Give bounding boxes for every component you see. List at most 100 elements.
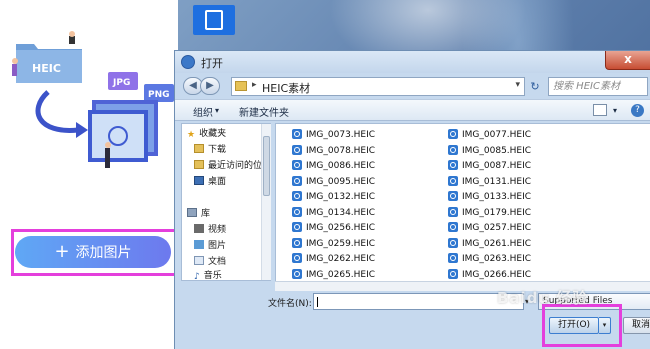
folder-heic-label: HEIC [32,62,61,75]
arrow-icon [35,90,79,133]
dialog-titlebar[interactable]: 打开 x [175,51,650,73]
heic-file-icon [292,253,302,263]
file-name: IMG_0262.HEIC [306,254,376,264]
file-item[interactable]: IMG_0179.HEIC [448,206,531,220]
file-item[interactable]: IMG_0073.HEIC [292,128,375,142]
svg-text:JPG: JPG [112,78,130,88]
file-name: IMG_0134.HEIC [306,207,376,218]
organize-menu[interactable]: 组织 [193,104,213,119]
heic-file-icon [448,237,458,248]
file-item[interactable]: IMG_0095.HEIC [292,175,375,189]
file-item[interactable]: IMG_0262.HEIC [292,252,375,266]
heic-file-icon [448,268,458,279]
file-item[interactable]: IMG_0263.HEIC [448,252,531,266]
file-item[interactable]: IMG_0261.HEIC [448,237,531,251]
file-item[interactable]: IMG_0257.HEIC [448,221,531,235]
music-icon: ♪ [194,272,200,282]
file-item[interactable]: IMG_0265.HEIC [292,268,375,282]
document-icon [194,256,204,265]
filename-label: 文件名(N): [268,299,312,309]
svg-text:PNG: PNG [148,90,170,100]
heic-file-icon [292,175,302,186]
nav-scrollbar[interactable] [261,124,271,280]
heic-file-icon [448,144,458,155]
cancel-button[interactable]: 取消 [623,317,650,334]
file-item[interactable]: IMG_0132.HEIC [292,190,375,204]
file-item[interactable]: IMG_0259.HEIC [292,237,375,251]
nav-favorites[interactable]: ★ 收藏夹 [187,127,226,141]
file-item[interactable]: IMG_0078.HEIC [292,144,375,158]
nav-scrollbar-thumb[interactable] [263,136,270,196]
heic-file-icon [292,206,302,217]
heic-file-icon [292,160,302,170]
file-item[interactable]: IMG_0131.HEIC [448,175,531,189]
library-icon [187,208,197,217]
nav-item-recent[interactable]: 最近访问的位置 [194,159,271,173]
file-name: IMG_0087.HEIC [462,161,532,171]
address-row: ◀ ▶ ▸ HEIC素材 ▾ ↻ 搜索 HEIC素材 [175,73,650,99]
file-name: IMG_0261.HEIC [462,238,532,249]
refresh-button[interactable]: ↻ [527,77,543,96]
nav-item-downloads[interactable]: 下载 [194,143,226,157]
breadcrumb-separator-icon: ▸ [252,80,257,90]
nav-item-pictures[interactable]: 图片 [194,239,226,253]
nav-item-desktop[interactable]: 桌面 [194,175,226,189]
open-dropdown-icon[interactable]: ▾ [599,317,611,334]
new-folder-button[interactable]: 新建文件夹 [239,104,289,119]
forward-button[interactable]: ▶ [200,77,220,95]
view-mode-icon[interactable] [593,104,607,116]
star-icon: ★ [187,130,196,140]
add-image-button[interactable]: + 添加图片 [15,236,171,268]
search-input[interactable]: 搜索 HEIC素材 [548,77,648,96]
image-monitor-icon [92,114,144,158]
heic-file-icon [448,191,458,201]
filename-input[interactable] [313,293,524,310]
help-icon[interactable]: ? [631,104,644,117]
heic-file-icon [448,222,458,232]
file-item[interactable]: IMG_0077.HEIC [448,128,531,142]
file-name: IMG_0132.HEIC [306,192,376,202]
file-list: IMG_0073.HEIC IMG_0078.HEIC IMG_0086.HEIC I… [275,123,650,281]
heic-file-icon [292,237,302,248]
heic-file-icon [292,144,302,155]
dialog-toolbar: 组织 ▾ 新建文件夹 ▾ ? [175,99,650,121]
file-name: IMG_0078.HEIC [306,145,376,156]
nav-library[interactable]: 库 [187,207,210,221]
heic-file-icon [448,175,458,186]
file-name: IMG_0095.HEIC [306,176,376,187]
download-folder-icon [194,144,204,153]
heic-file-icon [292,222,302,232]
file-name: IMG_0259.HEIC [306,238,376,249]
file-item[interactable]: IMG_0133.HEIC [448,190,531,204]
file-item[interactable]: IMG_0266.HEIC [448,268,531,282]
file-name: IMG_0073.HEIC [306,130,376,140]
app-corner-icon[interactable] [193,5,235,35]
view-caret-icon[interactable]: ▾ [613,106,617,115]
nav-item-videos[interactable]: 视频 [194,223,226,237]
heic-file-icon [448,206,458,217]
file-name: IMG_0085.HEIC [462,145,532,156]
file-name: IMG_0257.HEIC [462,223,532,233]
watermark: Baidu 经验 [497,289,589,307]
file-item[interactable]: IMG_0087.HEIC [448,159,531,173]
breadcrumb-current-folder[interactable]: HEIC素材 [262,80,310,96]
address-bar[interactable]: ▸ HEIC素材 ▾ [231,77,525,96]
address-dropdown-icon[interactable]: ▾ [515,80,520,90]
file-item[interactable]: IMG_0134.HEIC [292,206,375,220]
heic-file-icon [292,268,302,279]
file-list-scrollbar[interactable] [275,281,650,291]
file-name: IMG_0179.HEIC [462,207,532,218]
organize-caret-icon[interactable]: ▾ [215,106,219,115]
file-name: IMG_0263.HEIC [462,254,532,264]
file-name: IMG_0131.HEIC [462,176,532,187]
open-button[interactable]: 打开(O) [549,317,599,334]
plus-icon: + [54,241,70,262]
nav-item-documents[interactable]: 文档 [194,255,226,269]
file-name: IMG_0266.HEIC [462,269,532,280]
close-button[interactable]: x [605,51,650,70]
nav-item-music[interactable]: ♪ 音乐 [194,269,222,283]
recent-places-icon [194,160,204,169]
file-item[interactable]: IMG_0256.HEIC [292,221,375,235]
file-item[interactable]: IMG_0085.HEIC [448,144,531,158]
file-item[interactable]: IMG_0086.HEIC [292,159,375,173]
